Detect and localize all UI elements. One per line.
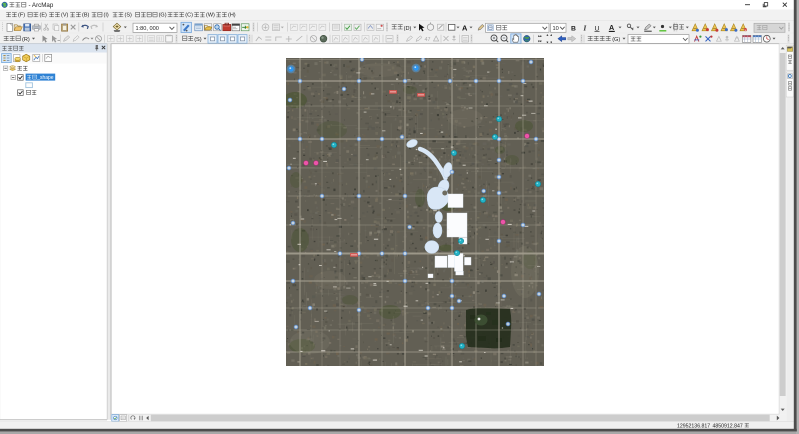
svg-text:10: 10 [553, 26, 559, 32]
svg-text:(R): (R) [22, 37, 30, 43]
svg-text:(V): (V) [61, 13, 69, 19]
svg-text:(G): (G) [612, 37, 620, 43]
svg-text:(G): (G) [159, 13, 167, 19]
svg-text:(F): (F) [18, 13, 25, 19]
svg-text:(W): (W) [206, 13, 215, 19]
svg-text:(E): (E) [40, 13, 48, 19]
svg-text:(D): (D) [404, 26, 412, 32]
svg-text:(H): (H) [228, 13, 236, 19]
svg-text:A: A [462, 24, 468, 33]
svg-text:4850912.847: 4850912.847 [713, 423, 743, 429]
svg-text:(S): (S) [125, 13, 133, 19]
svg-text:1:80, 000: 1:80, 000 [136, 26, 159, 32]
svg-text:(C): (C) [185, 13, 193, 19]
svg-text:12952136.817: 12952136.817 [677, 423, 710, 429]
svg-text:47: 47 [425, 37, 431, 43]
svg-text:- ArcMap: - ArcMap [29, 2, 54, 9]
svg-text:_shape: _shape [36, 75, 54, 81]
svg-text:(B): (B) [82, 13, 90, 19]
svg-text:(I): (I) [104, 13, 109, 19]
svg-text:(S): (S) [194, 37, 202, 43]
svg-text:I: I [583, 24, 587, 32]
svg-text:B: B [571, 25, 576, 32]
